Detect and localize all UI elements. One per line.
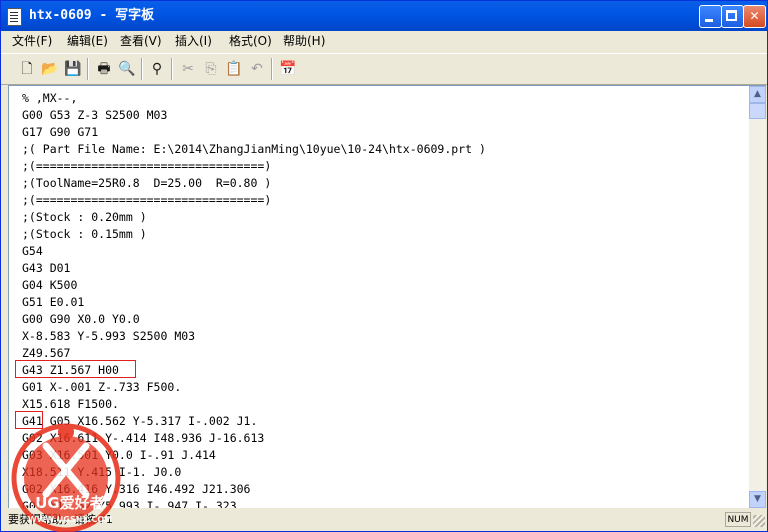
highlight-box-z [15,360,136,378]
code-line: ;(=================================) [22,159,272,173]
highlight-box-g41 [15,411,43,429]
scroll-down-arrow-icon[interactable]: ▼ [749,491,766,508]
code-line: ;(ToolName=25R0.8 D=25.00 R=0.80 ) [22,176,272,190]
toolbar: 🗋 📂 💾 🖶 🔍 ⚲ ✂ ⎘ 📋 ↶ 📅 [1,53,767,85]
code-line: G43 D01 [22,261,71,275]
resize-grip-icon[interactable] [753,515,765,527]
menu-bar: 文件(F) 编辑(E) 查看(V) 插入(I) 格式(O) 帮助(H) [1,31,767,52]
code-line: X15.618 F1500. [22,397,119,411]
document-area[interactable]: % ,MX--, G00 G53 Z-3 S2500 M03 G17 G90 G… [8,85,766,508]
code-line: G02 X16.611 Y-.414 I48.936 J-16.613 [22,431,265,445]
code-line: G01 X-.001 Z-.733 F500. [22,380,182,394]
maximize-button[interactable] [721,5,744,28]
menu-file[interactable]: 文件(F) [12,34,52,49]
code-line: ;(Stock : 0.20mm ) [22,210,147,224]
toolbar-separator [87,58,89,80]
menu-edit[interactable]: 编辑(E) [67,34,108,49]
wordpad-window: htx-0609 - 写字板 ✕ 文件(F) 编辑(E) 查看(V) 插入(I)… [0,0,768,532]
open-folder-icon[interactable]: 📂 [41,60,59,78]
code-line: G02 X16.416 Y.316 I46.492 J21.306 [22,482,251,496]
print-icon[interactable]: 🖶 [95,60,113,78]
code-line: G17 G90 G71 [22,125,99,139]
cut-icon[interactable]: ✂ [179,60,197,78]
code-line: X-8.583 Y-5.993 S2500 M03 [22,329,196,343]
menu-format[interactable]: 格式(O) [229,34,272,49]
document-text[interactable]: % ,MX--, G00 G53 Z-3 S2500 M03 G17 G90 G… [22,90,742,508]
code-line: ;(=================================) [22,193,272,207]
window-title: htx-0609 - 写字板 [29,8,155,23]
close-button[interactable]: ✕ [743,5,766,28]
date-time-icon[interactable]: 📅 [279,60,297,78]
minimize-button[interactable] [699,5,722,28]
print-preview-icon[interactable]: 🔍 [118,60,136,78]
code-line: ;(Stock : 0.15mm ) [22,227,147,241]
scroll-thumb[interactable] [749,103,766,119]
code-line: ;( Part File Name: E:\2014\ZhangJianMing… [22,142,486,156]
code-line: G04 K500 [22,278,78,292]
code-line: G03 X16.501 Y0.0 I-.91 J.414 [22,448,216,462]
wordpad-app-icon[interactable] [7,8,22,26]
status-bar: 要获得帮助，请按 F1 NUM [1,509,767,531]
code-line: G41 G05 X16.562 Y-5.317 I-.002 J1. [22,414,258,428]
vertical-scrollbar[interactable]: ▲ ▼ [749,86,766,508]
code-line: G54 [22,244,43,258]
code-line: X18.511 Y.415 I-1. J0.0 [22,465,182,479]
code-line: G00 G53 Z-3 S2500 M03 [22,108,168,122]
scroll-up-arrow-icon[interactable]: ▲ [749,86,766,103]
num-lock-indicator: NUM [725,512,751,527]
toolbar-separator [141,58,143,80]
save-icon[interactable]: 💾 [64,60,82,78]
menu-help[interactable]: 帮助(H) [283,34,325,49]
toolbar-separator [271,58,273,80]
maximize-icon [726,10,737,21]
code-line: G00 G90 X0.0 Y0.0 [22,312,140,326]
find-icon[interactable]: ⚲ [148,60,166,78]
code-line: G51 E0.01 [22,295,85,309]
title-bar[interactable]: htx-0609 - 写字板 ✕ [1,1,767,31]
copy-icon[interactable]: ⎘ [202,60,220,78]
code-line: G01 X15.62 Y5.993 I-.947 I-.323 [22,499,237,508]
undo-icon[interactable]: ↶ [248,60,266,78]
menu-insert[interactable]: 插入(I) [175,34,212,49]
status-help-text: 要获得帮助，请按 F1 [8,513,113,526]
code-line: % ,MX--, [22,91,78,105]
toolbar-separator [171,58,173,80]
minimize-icon [705,19,713,22]
menu-view[interactable]: 查看(V) [120,34,162,49]
paste-icon[interactable]: 📋 [225,60,243,78]
new-document-icon[interactable]: 🗋 [18,60,36,78]
